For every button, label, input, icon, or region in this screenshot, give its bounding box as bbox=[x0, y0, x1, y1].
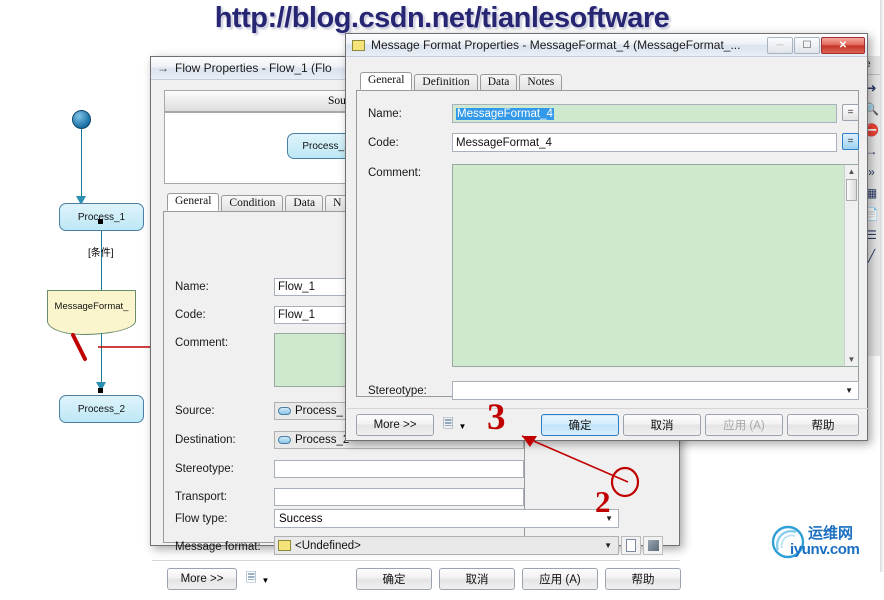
process-oval-icon-2 bbox=[278, 436, 291, 444]
note-wave-bottom bbox=[47, 321, 136, 335]
tab-general[interactable]: General bbox=[360, 72, 413, 90]
scrollbar-thumb[interactable] bbox=[846, 179, 857, 201]
node-handle[interactable] bbox=[98, 219, 103, 224]
flow-type-value: Success bbox=[279, 512, 323, 525]
chevron-down-icon-print[interactable]: ▼ bbox=[261, 576, 269, 585]
annotation-2-number: 2 bbox=[595, 484, 611, 519]
condition-label: [条件] bbox=[88, 248, 114, 259]
window-controls[interactable]: ─ ☐ ✕ bbox=[766, 36, 865, 54]
tab-condition[interactable]: Condition bbox=[221, 195, 284, 211]
flow-messageformat-value: <Undefined> bbox=[295, 539, 361, 552]
chevron-down-icon-stereotype[interactable]: ▼ bbox=[842, 386, 856, 395]
scroll-up-icon[interactable]: ▲ bbox=[845, 165, 858, 178]
message-name-label: Name: bbox=[368, 108, 402, 120]
note-yellow-icon-title bbox=[352, 39, 365, 51]
flow-destination-label: Destination: bbox=[175, 434, 236, 446]
flow-transport-label: Transport: bbox=[175, 491, 227, 503]
flow-source-label: Source: bbox=[175, 405, 215, 417]
chevron-down-icon-2[interactable]: ▼ bbox=[601, 541, 615, 550]
flow-window-title: Flow Properties - Flow_1 (Flo bbox=[175, 61, 332, 75]
message-name-equals-button[interactable]: = bbox=[842, 104, 859, 121]
message-tabs[interactable]: General Definition Data Notes bbox=[356, 72, 859, 90]
diagram-node-process-2[interactable]: Process_2 bbox=[59, 395, 144, 423]
printer-icon[interactable]: 🗏 bbox=[246, 569, 256, 591]
tab-data[interactable]: Data bbox=[285, 195, 324, 211]
message-name-value: MessageFormat_4 bbox=[456, 107, 554, 120]
flow-line-end bbox=[101, 333, 102, 389]
diagram-node-process-1[interactable]: Process_1 bbox=[59, 203, 144, 231]
message-comment-label: Comment: bbox=[368, 167, 422, 179]
properties-icon bbox=[647, 540, 659, 551]
flow-more-button[interactable]: More >> bbox=[167, 568, 237, 590]
message-ok-button[interactable]: 确定 bbox=[541, 414, 619, 436]
flow-line-start bbox=[81, 129, 82, 203]
flow-cancel-button[interactable]: 取消 bbox=[439, 568, 515, 590]
comment-scrollbar[interactable]: ▲ ▼ bbox=[844, 165, 858, 366]
message-stereotype-label: Stereotype: bbox=[368, 385, 427, 397]
logo-text-en: iyunv.com bbox=[790, 541, 860, 558]
tab-general[interactable]: General bbox=[167, 193, 220, 211]
message-print-group[interactable]: 🗏 ▼ bbox=[443, 415, 466, 437]
flow-apply-button[interactable]: 应用 (A) bbox=[522, 568, 598, 590]
printer-icon-2[interactable]: 🗏 bbox=[443, 415, 453, 437]
tab-notes[interactable]: Notes bbox=[519, 74, 563, 90]
message-apply-button[interactable]: 应用 (A) bbox=[705, 414, 783, 436]
flow-type-label: Flow type: bbox=[175, 513, 228, 525]
message-format-properties-window[interactable]: Message Format Properties - MessageForma… bbox=[345, 33, 868, 441]
flow-messageformat-label: Message format: bbox=[175, 541, 261, 553]
watermark-text: http://blog.csdn.net/tianlesoftware bbox=[214, 2, 670, 34]
message-window-title: Message Format Properties - MessageForma… bbox=[371, 38, 741, 52]
scroll-down-icon[interactable]: ▼ bbox=[845, 353, 858, 366]
message-more-button[interactable]: More >> bbox=[356, 414, 434, 436]
node-handle-2[interactable] bbox=[98, 388, 103, 393]
chevron-down-icon-print-2[interactable]: ▼ bbox=[458, 422, 466, 431]
flow-ok-button[interactable]: 确定 bbox=[356, 568, 432, 590]
message-help-button[interactable]: 帮助 bbox=[787, 414, 859, 436]
diagram-canvas[interactable]: Process_1 [条件] MessageFormat_ Process_2 bbox=[0, 48, 162, 528]
flow-stereotype-label: Stereotype: bbox=[175, 463, 234, 475]
site-logo: 运维网 iyunv.com bbox=[770, 520, 878, 564]
message-name-input[interactable]: MessageFormat_4 bbox=[452, 104, 837, 123]
flow-arrow-icon: → bbox=[157, 61, 169, 75]
flow-print-group[interactable]: 🗏 ▼ bbox=[246, 569, 269, 591]
flow-messageformat-combo[interactable]: <Undefined> ▼ bbox=[274, 536, 619, 555]
window-right-edge bbox=[880, 0, 884, 572]
logo-text-cn: 运维网 bbox=[808, 524, 854, 542]
note-yellow-icon bbox=[278, 540, 291, 551]
flow-transport-input[interactable] bbox=[274, 488, 524, 506]
minimize-icon[interactable]: ─ bbox=[767, 36, 793, 54]
restore-icon[interactable]: ☐ bbox=[794, 36, 820, 54]
message-code-input[interactable]: MessageFormat_4 bbox=[452, 133, 837, 152]
properties-button[interactable] bbox=[643, 536, 663, 555]
message-window-titlebar[interactable]: Message Format Properties - MessageForma… bbox=[346, 34, 867, 57]
message-stereotype-combo[interactable]: ▼ bbox=[452, 381, 859, 400]
diagram-note-messageformat[interactable]: MessageFormat_ bbox=[47, 290, 136, 322]
tab-definition[interactable]: Definition bbox=[414, 74, 478, 90]
process-oval-icon bbox=[278, 407, 291, 415]
message-comment-textarea[interactable]: ▲ ▼ bbox=[452, 164, 859, 367]
message-code-equals-button[interactable]: = bbox=[842, 133, 859, 150]
message-cancel-button[interactable]: 取消 bbox=[623, 414, 701, 436]
flow-help-button[interactable]: 帮助 bbox=[605, 568, 681, 590]
flow-name-label: Name: bbox=[175, 281, 209, 293]
flow-destination-value: Process_2 bbox=[295, 434, 350, 446]
start-node[interactable] bbox=[72, 110, 91, 129]
flow-stereotype-input[interactable] bbox=[274, 460, 524, 478]
flow-source-value: Process_ bbox=[295, 405, 343, 417]
tab-data[interactable]: Data bbox=[479, 74, 518, 90]
message-code-label: Code: bbox=[368, 137, 399, 149]
create-messageformat-button[interactable] bbox=[621, 536, 641, 555]
flow-code-label: Code: bbox=[175, 309, 206, 321]
close-icon[interactable]: ✕ bbox=[821, 36, 865, 54]
flow-type-combo[interactable]: Success ▼ bbox=[274, 509, 619, 528]
annotation-3-number: 3 bbox=[487, 397, 506, 438]
new-document-icon bbox=[626, 539, 636, 552]
flow-comment-label: Comment: bbox=[175, 337, 229, 349]
